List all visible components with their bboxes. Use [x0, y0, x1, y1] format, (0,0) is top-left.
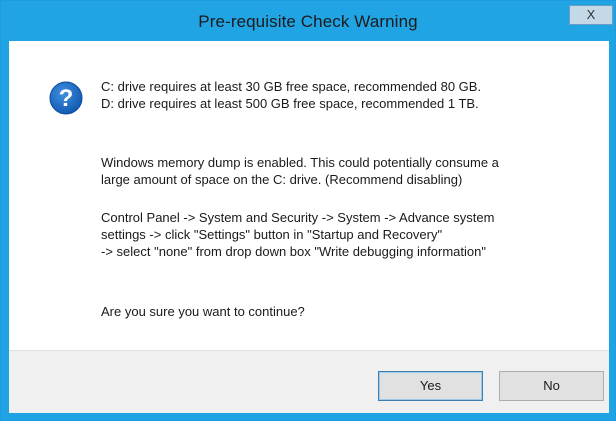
memory-dump-warning: Windows memory dump is enabled. This cou… [101, 154, 597, 188]
message-line: D: drive requires at least 500 GB free s… [101, 96, 479, 111]
prerequisite-warning-dialog: Pre-requisite Check Warning X ? C: drive… [0, 0, 616, 421]
button-bar: Yes No [9, 350, 609, 413]
close-button[interactable]: X [569, 5, 613, 25]
title-bar[interactable]: Pre-requisite Check Warning X [1, 1, 615, 41]
message-line: Control Panel -> System and Security -> … [101, 210, 495, 225]
message-area: ? C: drive requires at least 30 GB free … [9, 41, 609, 350]
question-icon-glyph: ? [59, 85, 74, 112]
disk-space-requirements: C: drive requires at least 30 GB free sp… [101, 78, 597, 112]
close-icon: X [586, 7, 596, 22]
no-button[interactable]: No [499, 371, 604, 401]
message-line: -> select "none" from drop down box "Wri… [101, 244, 486, 259]
message-line: large amount of space on the C: drive. (… [101, 172, 463, 187]
yes-button[interactable]: Yes [378, 371, 483, 401]
message-line: Windows memory dump is enabled. This cou… [101, 155, 499, 170]
settings-path-instructions: Control Panel -> System and Security -> … [101, 209, 597, 260]
dialog-body: ? C: drive requires at least 30 GB free … [9, 41, 609, 413]
message-line: settings -> click "Settings" button in "… [101, 227, 443, 242]
question-icon: ? [49, 81, 83, 115]
confirmation-question: Are you sure you want to continue? [101, 304, 305, 319]
dialog-title: Pre-requisite Check Warning [198, 12, 418, 31]
message-line: C: drive requires at least 30 GB free sp… [101, 79, 482, 94]
